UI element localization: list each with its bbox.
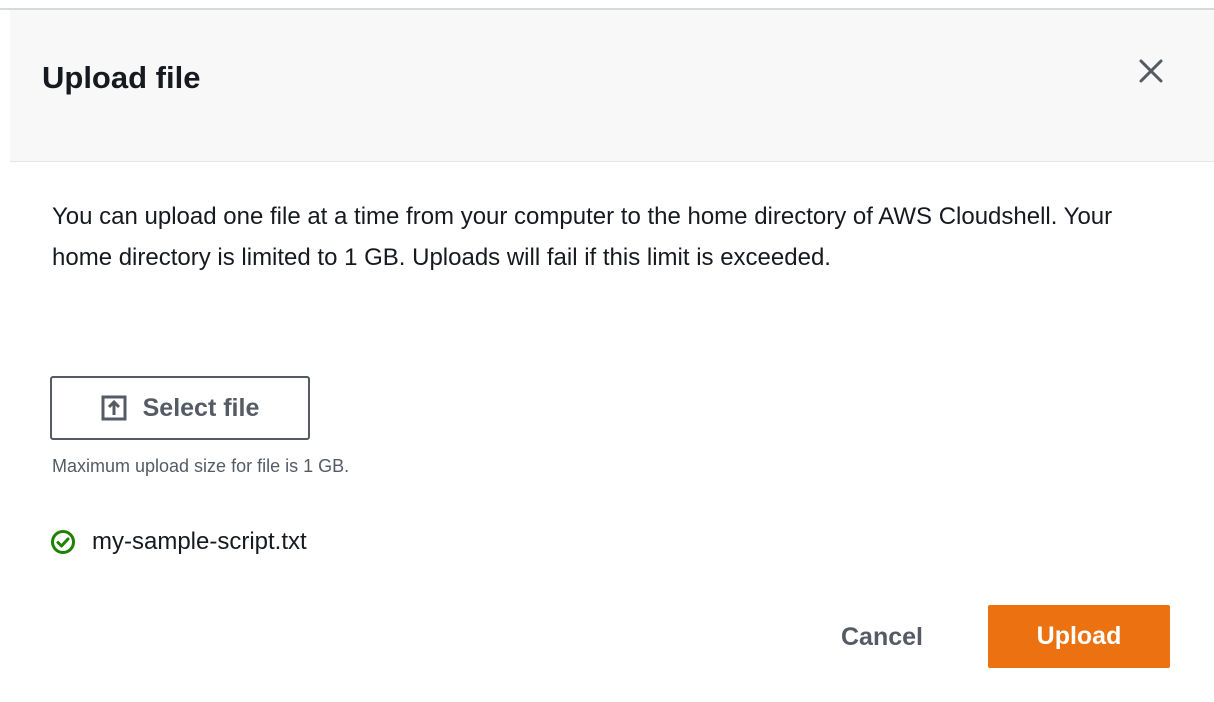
select-file-button[interactable]: Select file [50, 376, 310, 440]
close-button[interactable] [1126, 46, 1176, 96]
modal-title: Upload file [42, 60, 201, 95]
window-top-edge [0, 0, 1214, 8]
cancel-button[interactable]: Cancel [812, 606, 952, 668]
select-file-label: Select file [142, 393, 260, 422]
close-icon [1139, 59, 1163, 83]
uploaded-file-name: my-sample-script.txt [92, 528, 307, 555]
modal-body: You can upload one file at a time from y… [52, 196, 1152, 278]
upload-description: You can upload one file at a time from y… [52, 203, 1113, 271]
upload-size-hint: Maximum upload size for file is 1 GB. [52, 456, 350, 476]
uploaded-file-row: my-sample-script.txt [50, 528, 307, 556]
upload-button[interactable]: Upload [988, 605, 1170, 668]
upload-icon [101, 395, 127, 421]
check-circle-icon [51, 530, 75, 554]
